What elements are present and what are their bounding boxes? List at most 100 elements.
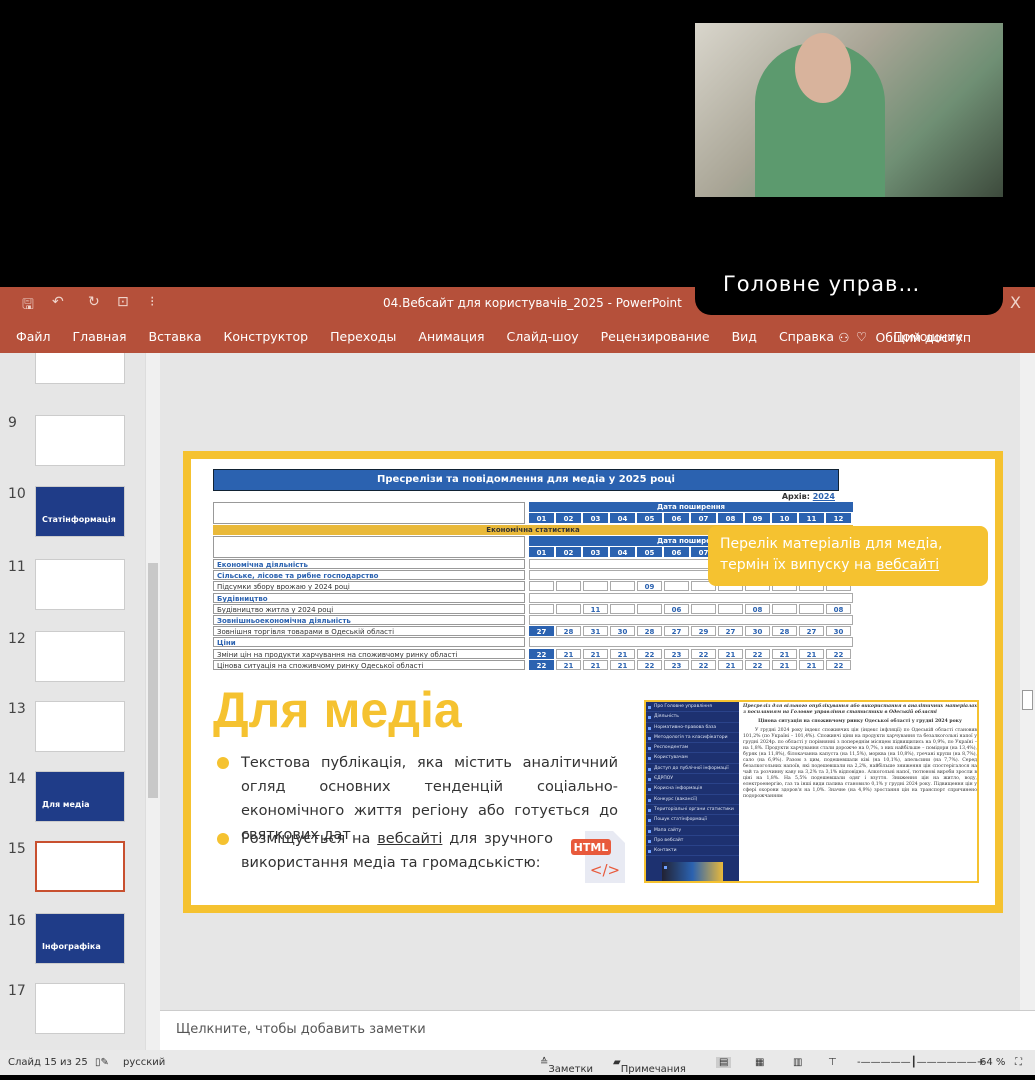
fit-slide-icon[interactable]: ⛶ bbox=[1015, 1057, 1022, 1068]
editor-scrollbar[interactable] bbox=[1020, 353, 1035, 1010]
tab-home[interactable]: Главная bbox=[73, 329, 127, 344]
date-cell[interactable]: 28 bbox=[637, 626, 662, 637]
share-button[interactable]: ⚇ Общий доступ bbox=[838, 330, 993, 345]
date-cell[interactable]: 08 bbox=[826, 603, 851, 614]
month-header: 02 bbox=[556, 547, 581, 557]
date-cell[interactable]: 22 bbox=[826, 659, 851, 670]
row-label[interactable]: Будівництво житла у 2024 році bbox=[213, 603, 525, 614]
date-cell[interactable] bbox=[637, 603, 662, 614]
archive-link[interactable]: Архів: 2024 bbox=[782, 492, 835, 501]
date-cell[interactable] bbox=[556, 581, 581, 592]
site-nav-item: Респондентам bbox=[646, 743, 739, 754]
date-cell[interactable]: 11 bbox=[583, 603, 608, 614]
tab-slideshow[interactable]: Слайд-шоу bbox=[507, 329, 579, 344]
tab-animations[interactable]: Анимация bbox=[418, 329, 484, 344]
date-cell[interactable]: 22 bbox=[637, 659, 662, 670]
date-cell[interactable] bbox=[529, 603, 554, 614]
date-cell[interactable]: 21 bbox=[799, 648, 824, 659]
date-cell[interactable]: 30 bbox=[826, 626, 851, 637]
date-cell[interactable]: 27 bbox=[664, 626, 689, 637]
row-label[interactable]: Цінова ситуація на споживчому ринку Одес… bbox=[213, 659, 525, 670]
slide-preview bbox=[35, 701, 125, 752]
date-cell[interactable]: 29 bbox=[691, 626, 716, 637]
date-cell[interactable]: 28 bbox=[556, 626, 581, 637]
date-cell[interactable]: 21 bbox=[772, 659, 797, 670]
row-label[interactable]: Підсумки збору врожаю у 2024 році bbox=[213, 581, 525, 592]
normal-view-icon[interactable]: ▤ bbox=[716, 1057, 732, 1068]
slideshow-view-icon[interactable]: ⊤ bbox=[828, 1057, 837, 1068]
date-cell[interactable]: 27 bbox=[718, 626, 743, 637]
redo-icon[interactable]: ↻ bbox=[88, 294, 100, 310]
date-cell[interactable]: 30 bbox=[610, 626, 635, 637]
date-cell[interactable]: 21 bbox=[718, 659, 743, 670]
date-cell[interactable]: 09 bbox=[637, 581, 662, 592]
undo-icon[interactable]: ↶ bbox=[52, 294, 64, 310]
date-cell[interactable] bbox=[583, 581, 608, 592]
slide-canvas[interactable]: Пресрелізи та повідомлення для медіа у 2… bbox=[183, 451, 1003, 913]
date-cell[interactable] bbox=[610, 581, 635, 592]
language[interactable]: русский bbox=[123, 1057, 165, 1068]
save-icon[interactable]: 🖫 bbox=[22, 294, 34, 318]
date-cell[interactable]: 21 bbox=[772, 648, 797, 659]
date-cell[interactable]: 22 bbox=[745, 648, 770, 659]
tab-insert[interactable]: Вставка bbox=[149, 329, 202, 344]
date-cell[interactable] bbox=[529, 581, 554, 592]
row-label[interactable]: Зовнішня торгівля товарами в Одеській об… bbox=[213, 626, 525, 637]
zoom-slider[interactable]: -—————┃——————+ bbox=[857, 1057, 985, 1068]
date-cell[interactable]: 30 bbox=[745, 626, 770, 637]
date-cell[interactable] bbox=[610, 603, 635, 614]
month-header: 06 bbox=[664, 547, 689, 557]
thumbnail-scrollbar[interactable] bbox=[145, 353, 160, 1050]
date-cell[interactable]: 21 bbox=[583, 648, 608, 659]
slide-counter: Слайд 15 из 25 bbox=[8, 1057, 88, 1068]
date-cell[interactable]: 23 bbox=[664, 659, 689, 670]
comments-button[interactable]: ▰ Примечания bbox=[613, 1057, 686, 1075]
slide-sorter-icon[interactable]: ▦ bbox=[755, 1057, 764, 1068]
date-cell[interactable]: 31 bbox=[583, 626, 608, 637]
date-cell[interactable]: 22 bbox=[529, 648, 554, 659]
date-cell[interactable] bbox=[772, 603, 797, 614]
spellcheck-icon[interactable]: ▯✎ bbox=[95, 1057, 109, 1068]
date-cell[interactable] bbox=[664, 581, 689, 592]
tab-review[interactable]: Рецензирование bbox=[601, 329, 710, 344]
close-button[interactable]: X bbox=[1010, 293, 1021, 312]
date-cell[interactable]: 22 bbox=[826, 648, 851, 659]
date-cell[interactable]: 23 bbox=[664, 648, 689, 659]
tab-design[interactable]: Конструктор bbox=[224, 329, 309, 344]
notes-button[interactable]: ≙ Заметки bbox=[540, 1057, 593, 1075]
date-cell[interactable]: 27 bbox=[799, 626, 824, 637]
date-cell[interactable]: 21 bbox=[556, 648, 581, 659]
date-cell[interactable]: 06 bbox=[664, 603, 689, 614]
date-cell[interactable]: 22 bbox=[691, 648, 716, 659]
tab-help[interactable]: Справка bbox=[779, 329, 834, 344]
date-cell[interactable]: 21 bbox=[718, 648, 743, 659]
zoom-level[interactable]: 64 % bbox=[980, 1057, 1005, 1068]
date-cell[interactable]: 22 bbox=[637, 648, 662, 659]
date-cell[interactable]: 21 bbox=[610, 648, 635, 659]
site-nav-item: Користувачам bbox=[646, 753, 739, 764]
date-cell[interactable]: 08 bbox=[745, 603, 770, 614]
notes-input[interactable]: Щелкните, чтобы добавить заметки bbox=[160, 1010, 1035, 1050]
date-cell[interactable] bbox=[799, 603, 824, 614]
date-cell[interactable]: 21 bbox=[556, 659, 581, 670]
date-cell[interactable]: 28 bbox=[772, 626, 797, 637]
date-cell[interactable]: 22 bbox=[691, 659, 716, 670]
date-cell[interactable]: 21 bbox=[610, 659, 635, 670]
date-cell[interactable]: 22 bbox=[745, 659, 770, 670]
tab-view[interactable]: Вид bbox=[732, 329, 757, 344]
date-cell[interactable]: 21 bbox=[799, 659, 824, 670]
date-cell[interactable] bbox=[556, 603, 581, 614]
reading-view-icon[interactable]: ▥ bbox=[793, 1057, 802, 1068]
slideshow-icon[interactable]: ⊡ bbox=[117, 294, 129, 310]
html-code-icon: HTML </> bbox=[571, 829, 627, 885]
date-cell[interactable] bbox=[691, 603, 716, 614]
date-cell[interactable]: 22 bbox=[529, 659, 554, 670]
tab-transitions[interactable]: Переходы bbox=[330, 329, 396, 344]
site-nav-item: Контакти bbox=[646, 846, 739, 857]
tab-file[interactable]: Файл bbox=[16, 329, 51, 344]
date-cell[interactable]: 21 bbox=[583, 659, 608, 670]
customize-icon[interactable]: ⁝ bbox=[150, 294, 154, 310]
date-cell[interactable]: 27 bbox=[529, 626, 554, 637]
row-label[interactable]: Зміни цін на продукти харчування на спож… bbox=[213, 648, 525, 659]
date-cell[interactable] bbox=[718, 603, 743, 614]
